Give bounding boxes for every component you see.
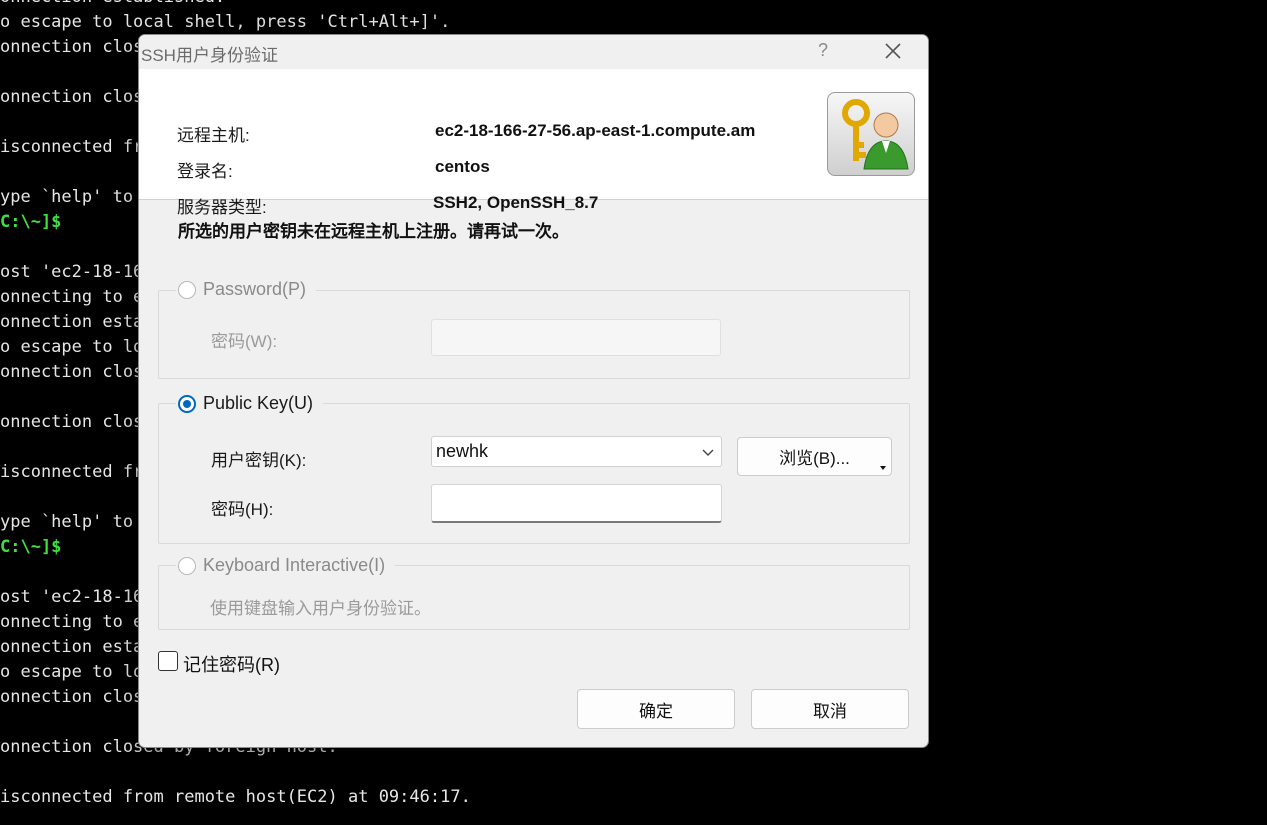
dropdown-arrow-icon bbox=[880, 466, 886, 470]
keyboard-interactive-radio-button[interactable] bbox=[178, 556, 196, 575]
password-radio-button[interactable] bbox=[178, 280, 196, 299]
public-key-option-label: Public Key(U) bbox=[203, 393, 314, 413]
terminal-line: onnection established. bbox=[0, 0, 225, 10]
remember-password-label[interactable]: 记住密码(R) bbox=[183, 651, 280, 677]
password-radio[interactable]: Password(P) bbox=[176, 279, 317, 300]
keyboard-interactive-radio[interactable]: Keyboard Interactive(I) bbox=[176, 555, 396, 576]
terminal-line: C:\~]$ bbox=[0, 537, 62, 557]
ssh-auth-dialog: SSH用户身份验证 ? 远程主机: ec2-18-166-27-56.ap-ea… bbox=[138, 34, 929, 748]
connection-info-panel: 远程主机: ec2-18-166-27-56.ap-east-1.compute… bbox=[139, 69, 928, 217]
user-key-selected-value: newhk bbox=[436, 441, 489, 461]
password-option-label: Password(P) bbox=[203, 279, 307, 299]
help-button[interactable]: ? bbox=[813, 40, 833, 61]
terminal-line: C:\~]$ bbox=[0, 212, 62, 232]
ok-button[interactable]: 确定 bbox=[577, 689, 735, 729]
dialog-titlebar[interactable]: SSH用户身份验证 ? bbox=[139, 35, 928, 69]
chevron-down-icon bbox=[702, 449, 714, 456]
terminal-line: o escape to local shell, press 'Ctrl+Alt… bbox=[0, 12, 451, 32]
keyboard-interactive-description: 使用键盘输入用户身份验证。 bbox=[210, 599, 431, 618]
close-button[interactable] bbox=[878, 36, 908, 66]
login-name-label: 登录名: bbox=[177, 162, 233, 181]
key-passphrase-input[interactable] bbox=[431, 484, 722, 523]
cancel-button[interactable]: 取消 bbox=[751, 689, 909, 729]
terminal-line: isconnected from remote host(EC2) at 09:… bbox=[0, 787, 471, 807]
user-key-icon bbox=[827, 92, 915, 176]
key-passphrase-label: 密码(H): bbox=[211, 500, 274, 519]
auth-failure-message: 所选的用户密钥未在远程主机上注册。请再试一次。 bbox=[178, 222, 569, 241]
server-type-label: 服务器类型: bbox=[177, 198, 267, 217]
user-key-label: 用户密钥(K): bbox=[211, 451, 307, 470]
browse-button-label: 浏览(B)... bbox=[779, 449, 850, 468]
remote-host-label: 远程主机: bbox=[177, 126, 250, 145]
browse-button[interactable]: 浏览(B)... bbox=[737, 437, 892, 476]
password-field-label: 密码(W): bbox=[211, 332, 278, 351]
public-key-radio[interactable]: Public Key(U) bbox=[176, 393, 324, 414]
dialog-title: SSH用户身份验证 bbox=[141, 46, 278, 65]
public-key-radio-button[interactable] bbox=[178, 394, 196, 413]
server-type-value: SSH2, OpenSSH_8.7 bbox=[433, 193, 599, 212]
remember-password-checkbox[interactable] bbox=[158, 651, 178, 671]
keyboard-interactive-option-label: Keyboard Interactive(I) bbox=[203, 555, 386, 575]
close-icon bbox=[885, 43, 901, 59]
login-name-value: centos bbox=[435, 157, 490, 176]
remote-host-value: ec2-18-166-27-56.ap-east-1.compute.am bbox=[435, 121, 756, 140]
user-key-select[interactable]: newhk bbox=[431, 436, 722, 467]
password-input[interactable] bbox=[431, 319, 721, 356]
